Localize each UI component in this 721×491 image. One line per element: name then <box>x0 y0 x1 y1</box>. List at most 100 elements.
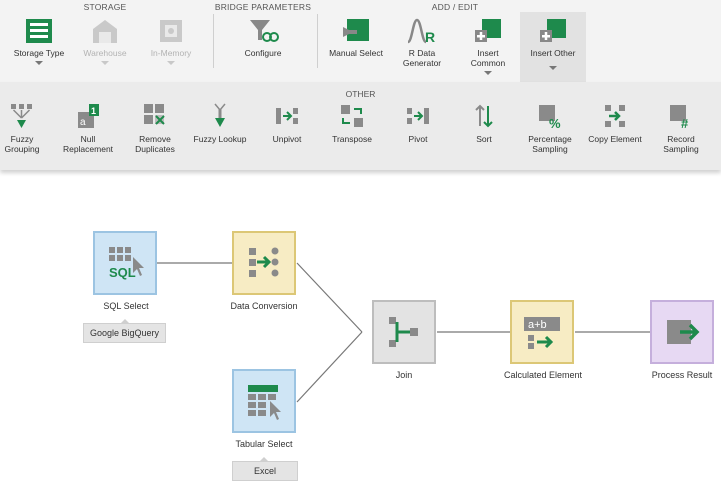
process-result-node[interactable] <box>650 300 714 364</box>
r-data-generator-button[interactable]: R R Data Generator <box>394 12 450 82</box>
svg-text:a: a <box>80 117 86 128</box>
calculated-element-node[interactable]: a+b <box>510 300 574 364</box>
storage-type-icon <box>26 19 52 43</box>
process-result-icon <box>667 320 700 344</box>
record-sampling-label-2: Sampling <box>663 144 699 154</box>
storage-type-label: Storage Type <box>13 48 65 58</box>
in-memory-label: In-Memory <box>150 48 192 58</box>
r-data-generator-label-1: R Data <box>408 48 436 58</box>
null-replacement-icon: a 1 <box>78 104 99 128</box>
null-replacement-button[interactable]: a 1 Null Replacement <box>56 102 120 164</box>
record-sampling-label-1: Record <box>667 134 695 144</box>
sort-button[interactable]: Sort <box>464 102 504 164</box>
fuzzy-lookup-button[interactable]: Fuzzy Lookup <box>188 102 252 164</box>
fuzzy-grouping-icon <box>11 104 32 128</box>
sql-text: SQL <box>109 265 136 280</box>
calc-formula-text: a+b <box>528 319 547 331</box>
remove-duplicates-icon <box>144 104 165 125</box>
fuzzy-grouping-label-1: Fuzzy <box>10 134 34 144</box>
sql-select-node[interactable]: SQL <box>93 231 157 295</box>
ribbon-separator <box>317 14 318 68</box>
group-label-storage: STORAGE <box>83 2 127 12</box>
configure-icon <box>250 20 279 42</box>
insert-common-label-1: Insert <box>477 48 499 58</box>
fuzzy-lookup-label: Fuzzy Lookup <box>193 134 247 144</box>
in-memory-button[interactable]: In-Memory <box>142 12 200 82</box>
storage-type-button[interactable]: Storage Type <box>6 12 72 82</box>
r-data-generator-icon: R <box>407 18 435 44</box>
unpivot-button[interactable]: Unpivot <box>262 102 312 164</box>
manual-select-label: Manual Select <box>329 48 383 58</box>
tabular-source-tag[interactable]: Excel <box>232 461 298 481</box>
tabular-select-icon <box>248 385 281 420</box>
tabular-select-node[interactable] <box>232 369 296 433</box>
fuzzy-lookup-icon <box>214 103 226 127</box>
group-label-add-edit: ADD / EDIT <box>431 2 479 12</box>
configure-button[interactable]: Configure <box>232 12 294 82</box>
tabular-select-label: Tabular Select <box>235 439 293 449</box>
svg-text:#: # <box>681 116 689 130</box>
join-label: Join <box>395 370 413 380</box>
sql-select-icon: SQL <box>109 247 144 280</box>
chevron-down-icon <box>35 61 43 65</box>
process-flow-canvas[interactable]: SQL SQL Select Google BigQuery Data Conv… <box>0 172 721 491</box>
insert-common-label-2: Common <box>470 58 506 68</box>
configure-label: Configure <box>244 48 282 58</box>
ribbon-separator <box>213 14 214 68</box>
copy-element-icon <box>605 105 625 127</box>
chevron-down-icon <box>101 61 109 65</box>
sort-label: Sort <box>476 134 492 144</box>
insert-other-panel: OTHER Fuzzy Grouping a 1 Null Replacemen… <box>0 82 721 170</box>
warehouse-icon <box>93 20 117 43</box>
calculated-element-icon: a+b <box>524 317 560 349</box>
join-node[interactable] <box>372 300 436 364</box>
insert-common-icon <box>475 19 501 42</box>
connector-conversion-to-join <box>296 262 363 333</box>
insert-other-label: Insert Other <box>530 48 576 58</box>
percentage-sampling-label-2: Sampling <box>532 144 568 154</box>
fuzzy-grouping-button[interactable]: Fuzzy Grouping <box>0 102 44 164</box>
insert-other-button[interactable]: Insert Other <box>520 12 586 82</box>
manual-select-button[interactable]: Manual Select <box>324 12 388 82</box>
warehouse-label: Warehouse <box>83 48 127 58</box>
remove-duplicates-label-2: Duplicates <box>135 144 175 154</box>
percentage-sampling-button[interactable]: % Percentage Sampling <box>522 102 578 164</box>
copy-element-button[interactable]: Copy Element <box>584 102 646 164</box>
calculated-element-label: Calculated Element <box>503 370 583 380</box>
fuzzy-grouping-label-2: Grouping <box>4 144 40 154</box>
unpivot-icon <box>276 108 298 124</box>
svg-text:1: 1 <box>91 106 96 116</box>
pivot-label: Pivot <box>408 134 428 144</box>
data-conversion-icon <box>249 247 279 277</box>
sql-source-tag[interactable]: Google BigQuery <box>83 323 167 343</box>
insert-common-button[interactable]: Insert Common <box>460 12 516 82</box>
chevron-down-icon <box>549 66 557 70</box>
remove-duplicates-button[interactable]: Remove Duplicates <box>128 102 182 164</box>
percentage-sampling-label-1: Percentage <box>528 134 572 144</box>
null-replacement-label-2: Replacement <box>62 144 114 154</box>
record-sampling-button[interactable]: # Record Sampling <box>656 102 706 164</box>
transpose-label: Transpose <box>332 134 372 144</box>
warehouse-button[interactable]: Warehouse <box>76 12 134 82</box>
r-data-generator-label-2: Generator <box>402 58 442 68</box>
transpose-button[interactable]: Transpose <box>324 102 380 164</box>
sort-icon <box>475 104 493 128</box>
sql-select-label: SQL Select <box>103 301 149 311</box>
pivot-button[interactable]: Pivot <box>396 102 440 164</box>
transpose-icon <box>341 105 363 127</box>
svg-text:R: R <box>425 29 435 44</box>
group-label-other: OTHER <box>345 89 376 99</box>
pivot-icon <box>407 108 429 124</box>
join-icon <box>389 317 418 347</box>
ribbon-main: STORAGE BRIDGE PARAMETERS ADD / EDIT Sto… <box>0 0 721 82</box>
chevron-down-icon <box>484 71 492 75</box>
group-label-bridge-parameters: BRIDGE PARAMETERS <box>214 2 312 12</box>
percentage-sampling-icon: % <box>539 105 561 130</box>
manual-select-icon <box>343 19 369 41</box>
in-memory-icon <box>160 20 182 42</box>
null-replacement-label-1: Null <box>80 134 96 144</box>
record-sampling-icon: # <box>670 105 689 130</box>
data-conversion-node[interactable] <box>232 231 296 295</box>
svg-text:%: % <box>549 116 561 130</box>
copy-element-label: Copy Element <box>588 134 642 144</box>
